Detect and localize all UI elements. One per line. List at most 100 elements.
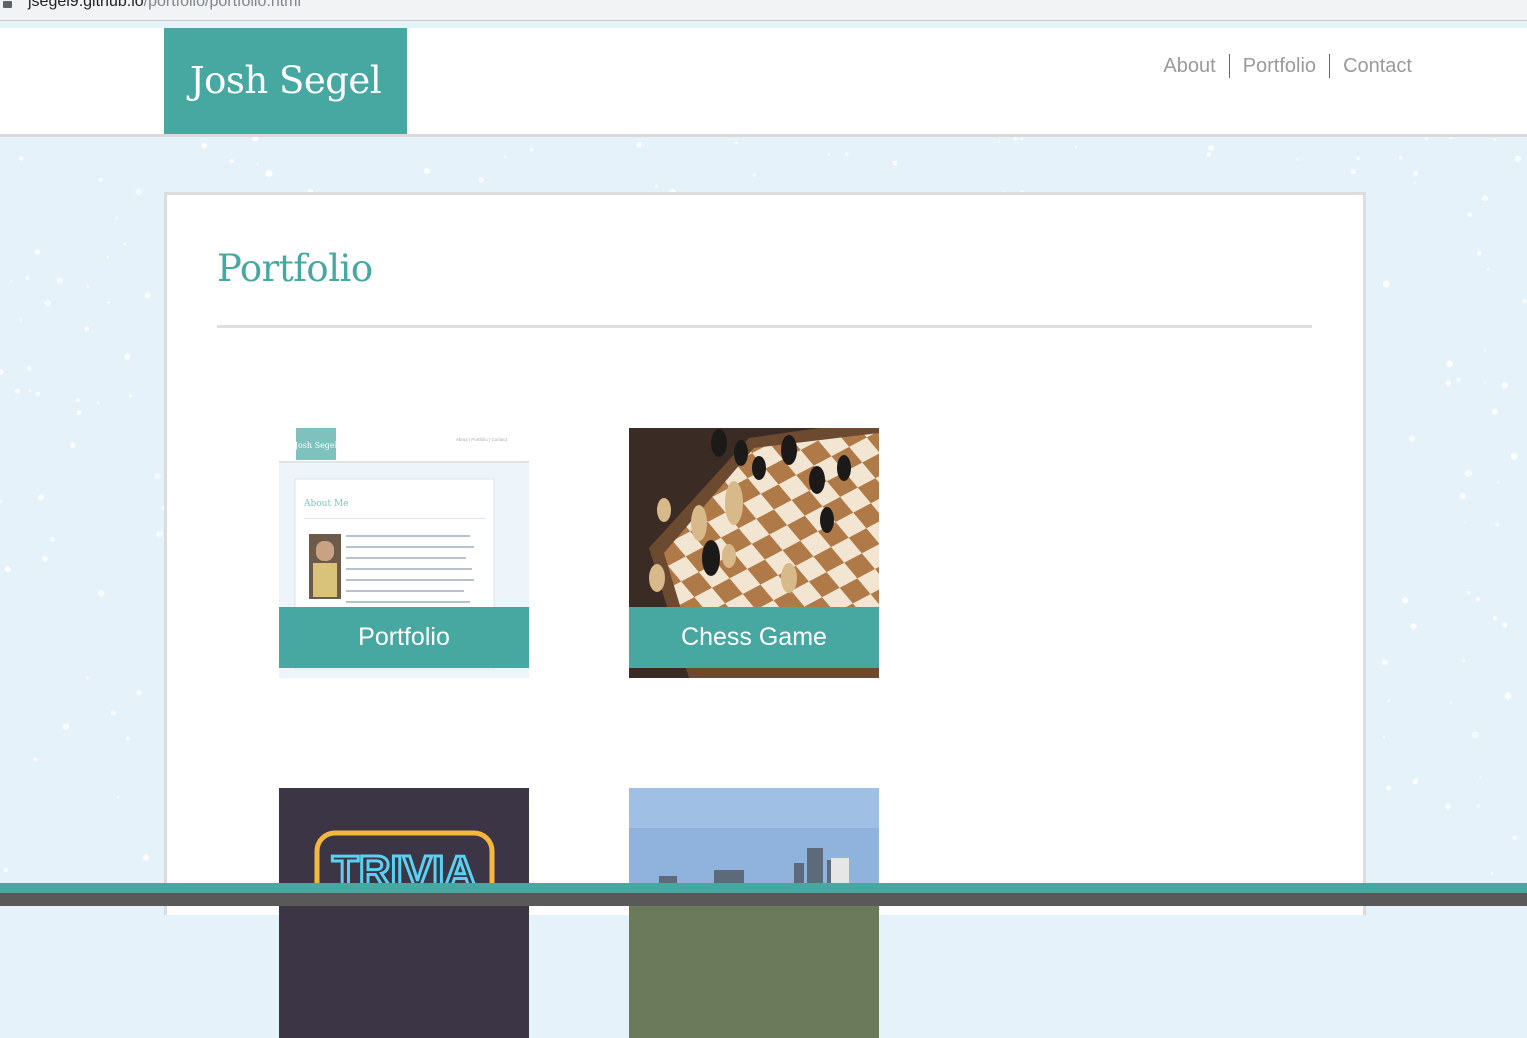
snow-dot (86, 676, 89, 679)
snow-dot (1504, 692, 1512, 700)
snow-dot (84, 326, 89, 331)
snow-dot (1512, 835, 1517, 841)
snow-dot (124, 353, 131, 361)
project-caption: Portfolio (279, 607, 529, 668)
snow-dot (1476, 804, 1480, 808)
url-host: jsegel9.github.io (28, 0, 144, 10)
snow-dot (1456, 377, 1461, 382)
snow-dot (1466, 591, 1471, 595)
snow-dot (135, 188, 142, 196)
snow-dot (123, 242, 127, 246)
content-card: Portfolio Josh Segel About | Portfolio |… (164, 192, 1366, 1038)
snow-dot (1490, 872, 1494, 876)
snow-dot (70, 442, 76, 449)
snow-dot (42, 556, 48, 562)
thumb-brand: Josh Segel (294, 441, 338, 450)
snow-dot (1476, 250, 1482, 256)
snow-dot (1491, 408, 1498, 415)
snow-dot (1410, 623, 1417, 630)
snow-dot (1020, 136, 1024, 140)
snow-dot (256, 162, 259, 166)
snow-dot (97, 590, 105, 597)
project-tile-trivia[interactable]: TRIVIA (279, 788, 529, 1038)
trivia-thumbnail: TRIVIA (279, 788, 529, 1038)
snow-dot (265, 170, 273, 177)
snow-dot (19, 318, 22, 322)
browser-address-bar[interactable]: jsegel9.github.io/portfolio/portfolio.ht… (0, 0, 1527, 21)
snow-dot (1459, 492, 1466, 500)
snow-dot (156, 530, 164, 538)
snow-dot (1522, 298, 1527, 304)
site-header: Josh Segel About Portfolio Contact (0, 28, 1527, 137)
snow-dot (3, 867, 9, 873)
snow-dot (107, 300, 111, 304)
snow-dot (1382, 280, 1390, 288)
snow-dot (98, 177, 103, 182)
snow-dot (19, 156, 24, 161)
nav-portfolio-link[interactable]: Portfolio (1228, 54, 1329, 78)
snow-dot (827, 153, 830, 156)
project-tile-portfolio[interactable]: Josh Segel About | Portfolio | Contact A… (279, 428, 529, 678)
snow-dot (26, 365, 32, 371)
snow-dot (1495, 522, 1500, 527)
url-text[interactable]: jsegel9.github.io/portfolio/portfolio.ht… (28, 0, 301, 10)
snow-dot (201, 142, 208, 149)
snow-dot (1464, 520, 1467, 523)
brand-logo[interactable]: Josh Segel (164, 28, 407, 134)
snow-dot (1481, 195, 1488, 202)
nav-contact-link[interactable]: Contact (1329, 54, 1425, 78)
project-caption: Chess Game (629, 607, 879, 668)
snow-dot (9, 280, 13, 283)
snow-dot (106, 255, 109, 259)
snow-dot (96, 401, 100, 405)
snow-dot (110, 710, 117, 716)
snow-dot (752, 173, 757, 177)
snow-dot (154, 473, 161, 480)
thumb-nav: About | Portfolio | Contact (456, 437, 508, 442)
snow-dot (56, 277, 63, 284)
snow-dot (25, 275, 30, 281)
project-tile-chess-game[interactable]: Chess Game (629, 428, 879, 678)
snow-dot (125, 736, 130, 741)
snow-dot (28, 389, 32, 393)
snow-dot (129, 394, 133, 398)
snow-dot (1208, 144, 1215, 151)
snow-dot (44, 300, 52, 307)
snow-dot (1475, 597, 1481, 602)
snow-dot (478, 176, 484, 183)
snow-dot (33, 757, 38, 762)
snow-dot (1497, 481, 1500, 484)
snow-dot (1501, 382, 1509, 389)
snow-dot (114, 216, 118, 220)
snow-dot (136, 690, 142, 696)
snow-dot (1486, 268, 1490, 271)
snow-dot (86, 285, 89, 288)
snow-dot (1350, 168, 1357, 175)
snow-dot (1412, 778, 1419, 785)
main-nav: About Portfolio Contact (1150, 54, 1425, 78)
snow-dot (1402, 597, 1409, 604)
snow-dot (655, 185, 658, 188)
snow-dot (1514, 155, 1521, 162)
snow-dot (4, 566, 11, 573)
snow-dot (1445, 380, 1451, 386)
snow-dot (636, 142, 642, 148)
snow-dot (142, 854, 150, 861)
snow-dot (0, 499, 3, 504)
title-divider (217, 325, 1312, 328)
snow-dot (116, 795, 120, 798)
snow-dot (1296, 158, 1299, 161)
snow-dot (1382, 735, 1386, 738)
snow-dot (1398, 155, 1403, 160)
snow-dot (75, 398, 80, 402)
snow-dot (62, 723, 70, 731)
footer-accent-bar (0, 883, 1527, 893)
snow-dot (49, 536, 55, 542)
project-tile-city[interactable] (629, 788, 879, 1038)
snow-dot (1449, 701, 1453, 705)
snow-dot (503, 155, 506, 158)
snow-dot (14, 388, 21, 394)
nav-about-link[interactable]: About (1150, 54, 1228, 78)
snow-dot (1502, 622, 1508, 628)
snow-dot (1381, 659, 1388, 666)
